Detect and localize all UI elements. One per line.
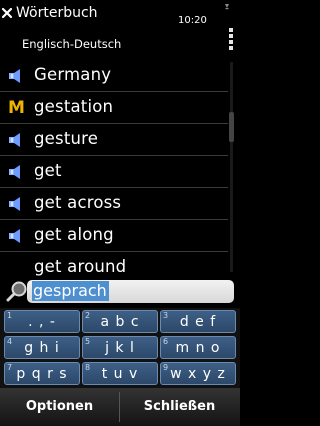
key-letters: . , - [28, 314, 56, 330]
app-title: Wörterbuch [16, 5, 98, 21]
search-input-text: gesprach [32, 281, 109, 301]
close-icon[interactable] [1, 7, 13, 19]
list-item[interactable]: get around [0, 252, 228, 278]
list-item[interactable]: M gestation [0, 92, 228, 124]
scrollbar-track[interactable] [230, 62, 233, 272]
key-3[interactable]: 3 d e f [160, 310, 236, 333]
list-item[interactable]: get [0, 156, 228, 188]
key-letters: p q r s [16, 366, 68, 382]
list-item[interactable]: Germany [0, 60, 228, 92]
word-list: Germany M gestation gesture get get acro… [0, 58, 228, 278]
options-softkey[interactable]: Optionen [0, 388, 119, 426]
search-input[interactable]: gesprach [27, 280, 234, 303]
dictionary-direction: Englisch-Deutsch [22, 37, 122, 51]
list-item-label: gestation [34, 97, 114, 116]
speaker-icon [9, 197, 20, 211]
list-item-label: get along [34, 225, 114, 244]
key-2[interactable]: 2 a b c [82, 310, 158, 333]
search-icon[interactable] [6, 280, 28, 302]
speaker-icon [9, 133, 20, 147]
list-item-label: get [34, 161, 62, 180]
m-icon: M [8, 98, 25, 118]
key-letters: t u v [101, 366, 139, 382]
key-9[interactable]: 9 w x y z [160, 362, 236, 385]
key-8[interactable]: 8 t u v [82, 362, 158, 385]
list-item[interactable]: get across [0, 188, 228, 220]
key-letters: m n o [175, 340, 221, 356]
key-letters: w x y z [170, 366, 226, 382]
signal-strength-icon [225, 4, 233, 50]
key-1[interactable]: 1 . , - [4, 310, 80, 333]
list-item-label: get across [34, 193, 122, 212]
keypad: 1 . , - 2 a b c 3 d e f 4 g h i 5 j k l … [0, 308, 240, 388]
list-item-label: gesture [34, 129, 99, 148]
list-item-label: Germany [34, 65, 112, 84]
list-item[interactable]: get along [0, 220, 228, 252]
key-letters: g h i [24, 340, 60, 356]
list-item-label: get around [34, 257, 127, 276]
key-4[interactable]: 4 g h i [4, 336, 80, 359]
speaker-icon [9, 165, 20, 179]
close-softkey[interactable]: Schließen [120, 388, 239, 426]
clock: 10:20 [178, 15, 207, 26]
key-letters: d e f [179, 314, 217, 330]
key-letters: j k l [105, 340, 135, 356]
speaker-icon [9, 69, 20, 83]
scrollbar-thumb[interactable] [229, 112, 234, 142]
speaker-icon [9, 229, 20, 243]
key-letters: a b c [100, 314, 140, 330]
key-5[interactable]: 5 j k l [82, 336, 158, 359]
list-item[interactable]: gesture [0, 124, 228, 156]
key-7[interactable]: 7 p q r s [4, 362, 80, 385]
key-6[interactable]: 6 m n o [160, 336, 236, 359]
